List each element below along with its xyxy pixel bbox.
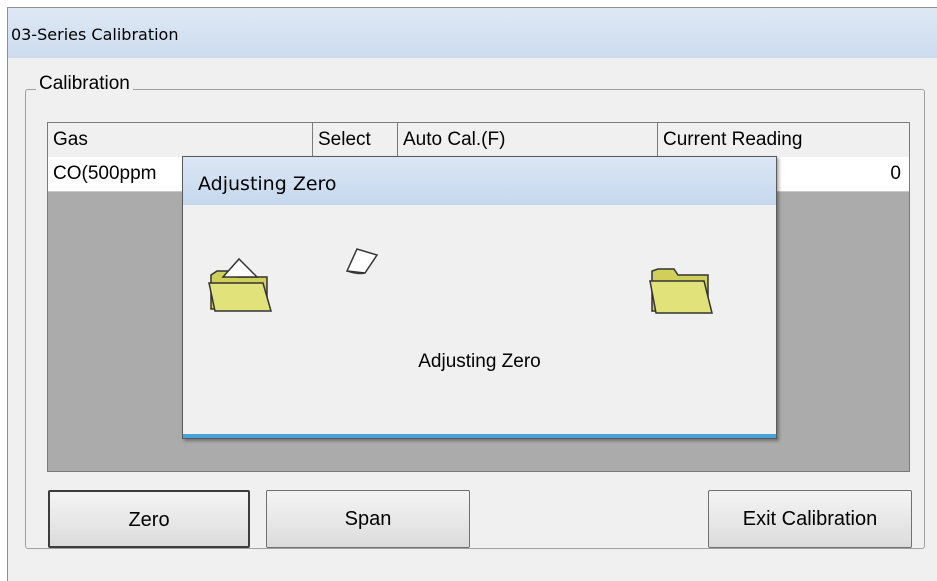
source-folder-icon <box>208 257 272 312</box>
dialog-bottom-border <box>183 434 776 438</box>
zero-button[interactable]: Zero <box>48 490 250 548</box>
dialog-titlebar[interactable]: Adjusting Zero <box>183 157 776 205</box>
flying-document-icon <box>345 248 379 275</box>
column-header-auto-cal[interactable]: Auto Cal.(F) <box>398 123 658 156</box>
column-header-current-reading[interactable]: Current Reading <box>658 123 909 156</box>
window-titlebar[interactable]: 03-Series Calibration <box>8 8 937 58</box>
dialog-title: Adjusting Zero <box>198 173 337 195</box>
dialog-message: Adjusting Zero <box>418 351 541 372</box>
destination-folder-icon <box>649 268 713 314</box>
column-header-select[interactable]: Select <box>313 123 398 156</box>
column-header-gas[interactable]: Gas <box>48 123 313 156</box>
exit-calibration-button[interactable]: Exit Calibration <box>708 490 912 548</box>
span-button[interactable]: Span <box>266 490 470 548</box>
window-title: 03-Series Calibration <box>11 25 179 44</box>
adjusting-zero-dialog: Adjusting Zero Adjusting Zero <box>182 156 777 439</box>
grid-header: Gas Select Auto Cal.(F) Current Reading <box>48 123 909 158</box>
calibration-group-label: Calibration <box>36 73 133 95</box>
